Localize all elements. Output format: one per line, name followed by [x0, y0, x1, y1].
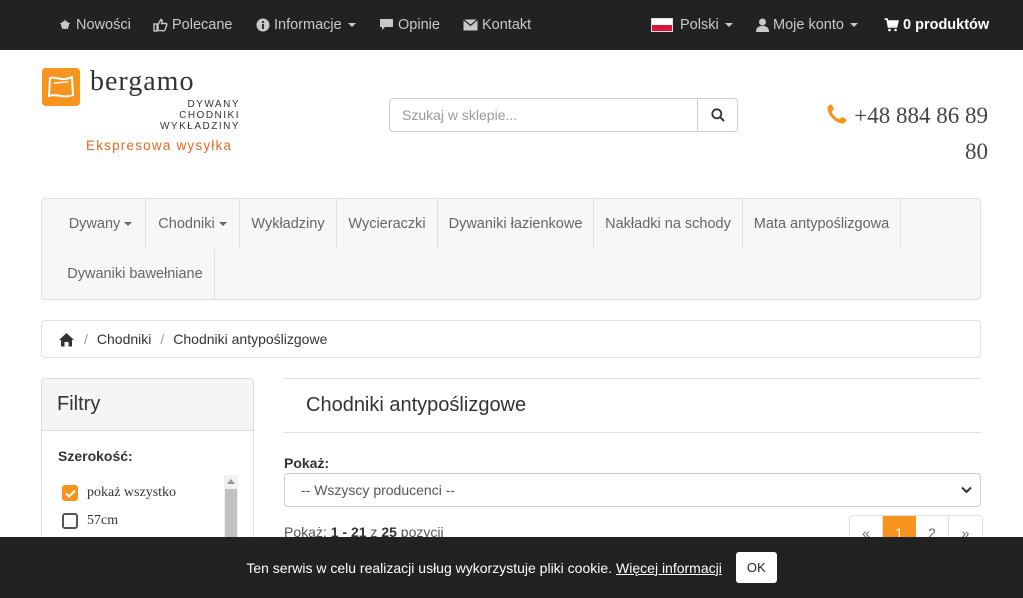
chevron-down-icon [724, 23, 733, 27]
nav-item-mata-antyposlizgowa[interactable]: Mata antypoślizgowa [743, 199, 901, 249]
logo-sub-line: WYKŁADZINY [159, 121, 240, 132]
nav-item-label: Wykładziny [251, 216, 325, 232]
cookie-bar: Ten serwis w celu realizacji usług wykor… [0, 537, 1023, 598]
search-input[interactable] [390, 99, 697, 131]
nav-item-dywaniki-lazienkowe[interactable]: Dywaniki łazienkowe [438, 199, 594, 249]
nav-item-label: Wycieraczki [348, 216, 426, 232]
filter-group-label: Szerokość: [58, 448, 133, 464]
envelope-icon [463, 19, 478, 31]
poland-flag-icon [651, 18, 673, 32]
star-icon [59, 19, 71, 30]
search-icon [710, 108, 725, 122]
logo-mark-icon [42, 68, 80, 106]
filters-title: Filtry [42, 379, 253, 431]
producer-select[interactable]: -- Wszyscy producenci -- [284, 473, 981, 507]
checkbox-checked[interactable] [62, 485, 78, 501]
chevron-down-icon [347, 23, 356, 27]
nav-link-opinie[interactable]: Opinie [379, 0, 440, 50]
nav-link-label: Polecane [172, 17, 233, 33]
site-logo[interactable]: bergamo DYWANY CHODNIKI WYKŁADZINY Ekspr… [42, 66, 282, 158]
search-button[interactable] [697, 99, 737, 131]
logo-sub-line: CHODNIKI [179, 110, 240, 121]
nav-link-label: Informacje [274, 17, 342, 33]
nav-link-label: Nowości [76, 17, 131, 33]
nav-item-label: Mata antypoślizgowa [753, 216, 890, 232]
language-label: Polski [680, 17, 719, 33]
logo-sub-line: DYWANY [187, 99, 240, 110]
account-menu[interactable]: Moje konto [756, 0, 858, 50]
nav-item-chodniki[interactable]: Chodniki [146, 199, 240, 249]
nav-item-label: Chodniki [158, 216, 215, 232]
cookie-ok-button[interactable]: OK [735, 552, 777, 583]
logo-tagline: Ekspresowa wysyłka [86, 138, 233, 153]
cart-link[interactable]: 0 produktów [884, 0, 989, 50]
nav-link-nowosci[interactable]: Nowości [58, 0, 131, 50]
producer-select-value: -- Wszyscy producenci -- [301, 482, 456, 498]
show-label: Pokaż: [284, 455, 330, 471]
comment-icon [380, 19, 393, 30]
scroll-up-arrow-icon[interactable] [227, 479, 235, 484]
page-title: Chodniki antypoślizgowe [284, 378, 981, 433]
phone-label: +48 884 86 89 80 [854, 103, 988, 164]
checkbox-unchecked[interactable] [62, 513, 78, 529]
user-icon [756, 18, 769, 32]
nav-item-label: Dywaniki łazienkowe [448, 216, 583, 232]
home-icon[interactable] [58, 332, 75, 347]
breadcrumb-link-chodniki[interactable]: Chodniki [97, 331, 151, 347]
check-icon [64, 489, 76, 498]
nav-item-wykladziny[interactable]: Wykładziny [240, 199, 337, 249]
breadcrumb-current: Chodniki antypoślizgowe [173, 331, 328, 347]
thumbs-up-icon [153, 18, 168, 32]
shopping-cart-icon [884, 18, 899, 32]
nav-item-label: Dywany [68, 216, 121, 232]
phone-number[interactable]: +48 884 86 89 80 [798, 98, 988, 170]
cookie-text: Ten serwis w celu realizacji usług wykor… [246, 559, 613, 576]
nav-item-dywany[interactable]: Dywany [56, 199, 146, 249]
nav-item-label: Dywaniki bawełniane [67, 266, 203, 282]
filter-option-label: pokaż wszystko [87, 485, 177, 500]
chevron-down-icon [961, 486, 972, 494]
breadcrumb: / Chodniki / Chodniki antypoślizgowe [41, 320, 981, 358]
top-bar: Nowości Polecane Informacje Opinie Konta… [0, 0, 1023, 50]
filter-option-57cm[interactable]: 57cm [62, 513, 118, 529]
chevron-down-icon [124, 222, 133, 226]
nav-item-label: Nakładki na schody [605, 216, 731, 232]
account-label: Moje konto [773, 17, 844, 33]
nav-item-nakladki-na-schody[interactable]: Nakładki na schody [594, 199, 743, 249]
nav-link-label: Opinie [398, 17, 440, 33]
nav-link-informacje[interactable]: Informacje [256, 0, 356, 50]
breadcrumb-separator: / [84, 331, 88, 347]
chevron-down-icon [218, 222, 227, 226]
logo-brand: bergamo [90, 66, 195, 97]
chevron-down-icon [849, 23, 858, 27]
nav-item-dywaniki-bawelniane[interactable]: Dywaniki bawełniane [56, 249, 215, 299]
category-nav: Dywany Chodniki Wykładziny Wycieraczki D… [41, 198, 981, 300]
info-icon [256, 18, 270, 32]
breadcrumb-separator: / [160, 331, 165, 347]
cookie-more-info-link[interactable]: Więcej informacji [616, 560, 722, 576]
filter-option-all[interactable]: pokaż wszystko [62, 485, 176, 501]
nav-link-label: Kontakt [482, 17, 532, 33]
filter-option-label: 57cm [87, 513, 119, 528]
cart-label: 0 produktów [903, 17, 990, 33]
language-selector[interactable]: Polski [651, 0, 733, 50]
nav-link-kontakt[interactable]: Kontakt [463, 0, 531, 50]
search-form [389, 98, 738, 132]
nav-link-polecane[interactable]: Polecane [153, 0, 232, 50]
phone-icon [827, 104, 847, 124]
nav-item-wycieraczki[interactable]: Wycieraczki [337, 199, 438, 249]
